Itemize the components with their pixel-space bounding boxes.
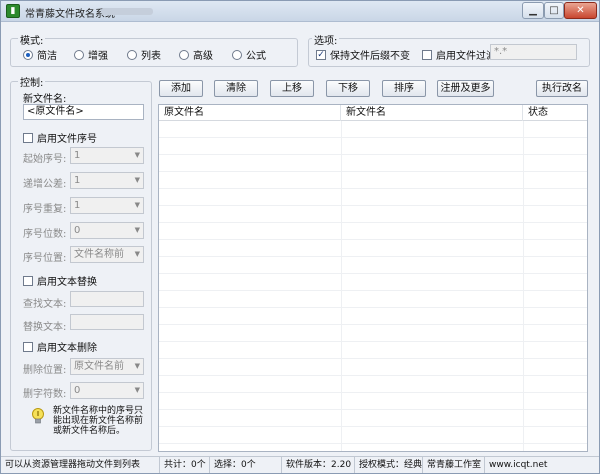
find-text-label: 查找文本: <box>23 299 67 310</box>
combo-value: 文件名称前 <box>74 249 124 260</box>
column-header-original[interactable]: 原文件名 <box>159 105 341 121</box>
add-button[interactable]: 添加 <box>159 80 203 97</box>
chevron-down-icon: ▼ <box>134 226 140 234</box>
grid-line <box>523 121 524 451</box>
radio-indicator <box>179 49 189 60</box>
seq-step-combo[interactable]: 1 ▼ <box>70 172 144 189</box>
checkbox-label: 启用文件序号 <box>37 134 97 145</box>
combo-value: 0 <box>74 385 81 396</box>
seq-digits-combo[interactable]: 0 ▼ <box>70 222 144 239</box>
list-header: 原文件名 新文件名 状态 <box>159 105 587 121</box>
status-url[interactable]: www.icqt.net <box>485 457 599 473</box>
options-group-label: 选项: <box>312 32 340 47</box>
radio-indicator <box>23 49 33 60</box>
enable-sequence-checkbox[interactable]: 启用文件序号 <box>23 130 97 145</box>
new-name-label: 新文件名: <box>23 94 67 105</box>
move-up-button[interactable]: 上移 <box>270 80 314 97</box>
check-icon: ✓ <box>316 49 326 60</box>
status-version: 软件版本：2.20 <box>282 457 355 473</box>
minimize-button[interactable]: ▁ <box>522 2 544 19</box>
mode-group-label: 模式: <box>18 32 46 47</box>
column-header-new[interactable]: 新文件名 <box>341 105 523 121</box>
checkbox-indicator <box>422 49 432 60</box>
seq-position-label: 序号位置: <box>23 253 67 264</box>
clear-button[interactable]: 清除 <box>214 80 258 97</box>
status-bar: 可以从资源管理器拖动文件到列表 共计：0个 选择：0个 软件版本：2.20 授权… <box>1 456 599 473</box>
chevron-down-icon: ▼ <box>134 151 140 159</box>
delete-position-label: 删除位置: <box>23 365 67 376</box>
checkbox-label: 启用文件过滤 <box>436 51 496 62</box>
delete-count-combo[interactable]: 0 ▼ <box>70 382 144 399</box>
title-bar[interactable]: ▮ 常青藤文件改名系统 ▁ □ ✕ <box>1 1 599 22</box>
checkbox-label: 启用文本替换 <box>37 277 97 288</box>
new-name-input[interactable]: <原文件名> <box>23 104 144 120</box>
checkbox-indicator <box>23 275 33 286</box>
mode-radio-enhanced[interactable]: 增强 <box>74 47 108 62</box>
register-button[interactable]: 注册及更多 <box>437 80 494 97</box>
app-icon: ▮ <box>6 4 20 18</box>
seq-digits-label: 序号位数: <box>23 229 67 240</box>
move-down-button[interactable]: 下移 <box>326 80 370 97</box>
chevron-down-icon: ▼ <box>134 362 140 370</box>
checkbox-label: 启用文本删除 <box>37 343 97 354</box>
hint-text: 新文件名称中的序号只能出现在新文件名称前或新文件名称后。 <box>53 406 144 436</box>
mode-radio-advanced[interactable]: 高级 <box>179 47 213 62</box>
grid-line <box>341 121 342 451</box>
radio-label: 简洁 <box>37 51 57 62</box>
radio-label: 高级 <box>193 51 213 62</box>
checkbox-indicator <box>23 341 33 352</box>
radio-label: 增强 <box>88 51 108 62</box>
title-blurred-region <box>101 8 153 15</box>
status-license: 授权模式：经典 <box>355 457 423 473</box>
checkbox-indicator <box>23 132 33 143</box>
radio-indicator <box>127 49 137 60</box>
chevron-down-icon: ▼ <box>134 176 140 184</box>
mode-radio-simple[interactable]: 简洁 <box>23 47 57 62</box>
sort-button[interactable]: 排序 <box>382 80 426 97</box>
mode-radio-list[interactable]: 列表 <box>127 47 161 62</box>
seq-position-combo[interactable]: 文件名称前 ▼ <box>70 246 144 263</box>
status-studio: 常青藤工作室 <box>423 457 485 473</box>
close-button[interactable]: ✕ <box>564 2 597 19</box>
delete-count-label: 删字符数: <box>23 389 67 400</box>
file-list[interactable]: 原文件名 新文件名 状态 <box>158 104 588 452</box>
radio-label: 公式 <box>246 51 266 62</box>
enable-replace-checkbox[interactable]: 启用文本替换 <box>23 273 97 288</box>
find-text-input[interactable] <box>70 291 144 307</box>
combo-value: 1 <box>74 150 81 161</box>
column-header-status[interactable]: 状态 <box>523 105 587 121</box>
delete-position-combo[interactable]: 原文件名前 ▼ <box>70 358 144 375</box>
seq-step-label: 递增公差: <box>23 179 67 190</box>
chevron-down-icon: ▼ <box>134 386 140 394</box>
keep-extension-checkbox[interactable]: ✓ 保持文件后缀不变 <box>316 47 410 62</box>
control-group-label: 控制: <box>18 74 46 89</box>
combo-value: 1 <box>74 175 81 186</box>
combo-value: 0 <box>74 225 81 236</box>
replace-text-label: 替换文本: <box>23 322 67 333</box>
combo-value: 1 <box>74 200 81 211</box>
replace-text-input[interactable] <box>70 314 144 330</box>
radio-indicator <box>232 49 242 60</box>
chevron-down-icon: ▼ <box>134 250 140 258</box>
file-filter-input[interactable]: *.* <box>490 44 577 60</box>
lightbulb-icon <box>32 408 44 424</box>
enable-delete-checkbox[interactable]: 启用文本删除 <box>23 339 97 354</box>
seq-start-combo[interactable]: 1 ▼ <box>70 147 144 164</box>
seq-start-label: 起始序号: <box>23 154 67 165</box>
file-filter-checkbox[interactable]: 启用文件过滤 <box>422 47 496 62</box>
radio-indicator <box>74 49 84 60</box>
status-selected: 选择：0个 <box>210 457 282 473</box>
status-total: 共计：0个 <box>160 457 210 473</box>
checkbox-label: 保持文件后缀不变 <box>330 51 410 62</box>
maximize-button[interactable]: □ <box>544 2 564 19</box>
combo-value: 原文件名前 <box>74 361 124 372</box>
seq-repeat-combo[interactable]: 1 ▼ <box>70 197 144 214</box>
chevron-down-icon: ▼ <box>134 201 140 209</box>
status-drag-hint: 可以从资源管理器拖动文件到列表 <box>1 457 160 473</box>
mode-radio-formula[interactable]: 公式 <box>232 47 266 62</box>
seq-repeat-label: 序号重复: <box>23 204 67 215</box>
execute-rename-button[interactable]: 执行改名 <box>536 80 588 97</box>
app-window: ▮ 常青藤文件改名系统 ▁ □ ✕ 模式: 简洁 增强 列表 高级 公式 选项:… <box>0 0 600 474</box>
radio-label: 列表 <box>141 51 161 62</box>
